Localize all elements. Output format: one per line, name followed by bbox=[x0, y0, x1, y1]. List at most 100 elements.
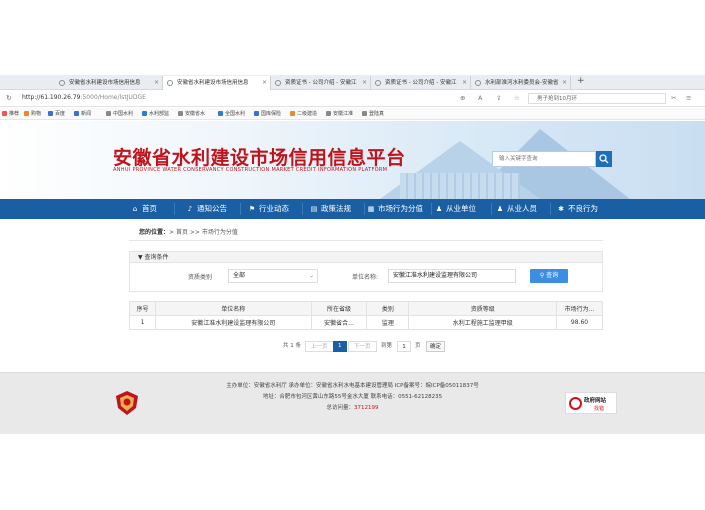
zoom-icon[interactable]: ⊕ bbox=[460, 94, 465, 102]
query-panel-header: ▼ 查询条件 bbox=[130, 252, 602, 263]
bookmark-icon bbox=[326, 111, 331, 116]
close-icon[interactable]: × bbox=[562, 76, 567, 90]
visits-count: 3712199 bbox=[354, 405, 379, 411]
keyword-search-button[interactable] bbox=[596, 151, 612, 167]
nav-bad-behavior[interactable]: ✱ 不良行为 bbox=[557, 199, 598, 219]
nav-label: 首页 bbox=[142, 204, 157, 213]
browser-search-input[interactable]: 男子抢到10月环 bbox=[528, 93, 666, 104]
column-header[interactable]: 单位名称 bbox=[154, 301, 312, 316]
browser-tab[interactable]: 资质证书 - 公司介绍 - 安徽江 × bbox=[371, 76, 471, 90]
nav-notices[interactable]: ♪ 通知公告 bbox=[186, 199, 227, 219]
bookmark-item[interactable]: 安徽江准 bbox=[326, 110, 353, 117]
book-icon: ▤ bbox=[310, 205, 318, 213]
bookmark-item[interactable]: 登陆真 bbox=[362, 110, 384, 117]
pager-go-button[interactable]: 确定 bbox=[426, 341, 446, 352]
nav-label: 不良行为 bbox=[568, 204, 598, 213]
translate-icon[interactable]: A bbox=[478, 94, 482, 102]
qualification-type-select[interactable]: 全部 ⌄ bbox=[228, 269, 318, 283]
close-icon[interactable]: × bbox=[154, 76, 159, 90]
nav-label: 政策法规 bbox=[321, 204, 351, 213]
bookmark-label: 安徽江准 bbox=[333, 111, 354, 117]
address-bar: ↻ http://61.190.26.79:5000/Home/lstJUDGE… bbox=[0, 91, 705, 107]
nav-policies[interactable]: ▤ 政策法规 bbox=[310, 199, 351, 219]
browser-tab-active[interactable]: 安徽省水利建设市场信用信息 × bbox=[163, 76, 271, 90]
url-path: :5000/Home/lstJUDGE bbox=[80, 94, 146, 101]
column-header[interactable]: 市场行为... bbox=[556, 301, 603, 316]
nav-home[interactable]: ⌂ 首页 bbox=[131, 199, 157, 219]
pager-current-page[interactable]: 1 bbox=[333, 341, 347, 352]
url-field[interactable]: http://61.190.26.79:5000/Home/lstJUDGE bbox=[22, 94, 146, 101]
gov-badge-sub: 找错 bbox=[594, 406, 605, 412]
table-cell: 监理 bbox=[366, 315, 410, 330]
column-header[interactable]: 所在省级 bbox=[310, 301, 368, 316]
favicon-icon bbox=[167, 80, 173, 86]
table-cell[interactable]: 安徽江准水利建设监理有限公司 bbox=[154, 315, 312, 330]
bookmark-item[interactable]: 全国水利 bbox=[218, 110, 245, 117]
browser-tab[interactable]: 水利部淮河水利委员会-安徽省 × bbox=[471, 76, 571, 90]
bookmark-item[interactable]: 安徽省水 bbox=[178, 110, 205, 117]
site-banner: 安徽省水利建设市场信用信息平台 ANHUI PROVINCE WATER CON… bbox=[0, 121, 705, 199]
browser-tab-bar: 安徽省水利建设市场信用信息 × 安徽省水利建设市场信用信息 × 资质证书 - 公… bbox=[0, 75, 705, 90]
table-row[interactable]: 1 安徽江准水利建设监理有限公司 安徽省合... 监理 水利工程施工监理甲级 9… bbox=[129, 315, 603, 330]
magnifier-icon bbox=[569, 397, 582, 410]
close-icon[interactable]: × bbox=[262, 76, 267, 90]
favorite-icon[interactable]: ☆ bbox=[514, 94, 520, 102]
query-button[interactable]: ⚲ 查询 bbox=[530, 269, 568, 283]
pager-next-button[interactable]: 下一页 bbox=[348, 341, 377, 352]
browser-tab[interactable]: 资质证书 - 公司介绍 - 安徽江 × bbox=[271, 76, 371, 90]
bookmarks-bar: 推荐 购物 百度 新闻 中国水利 水利部监 安徽省水 全国水利 国库保险 二级建… bbox=[0, 108, 705, 120]
tab-label: 安徽省水利建设市场信用信息 bbox=[177, 80, 249, 86]
nav-units[interactable]: ♟ 从业单位 bbox=[435, 199, 476, 219]
bookmark-item[interactable]: 中国水利 bbox=[106, 110, 133, 117]
main-nav: ⌂ 首页 ♪ 通知公告 ⚑ 行业动态 ▤ 政策法规 ▦ 市场行为分值 ♟ 从业单位 ♟ 从业人… bbox=[0, 199, 705, 219]
breadcrumb: 您的位置：> 首页 >> 市场行为分值 bbox=[139, 227, 238, 236]
nav-label: 行业动态 bbox=[259, 204, 289, 213]
breadcrumb-path[interactable]: > 首页 >> 市场行为分值 bbox=[169, 229, 238, 236]
select-value: 全部 bbox=[233, 272, 246, 279]
pager-prev-button[interactable]: 上一页 bbox=[305, 341, 334, 352]
bookmark-icon bbox=[24, 111, 29, 116]
bookmark-label: 百度 bbox=[55, 111, 66, 117]
bookmark-label: 登陆真 bbox=[369, 111, 385, 117]
column-header[interactable]: 类别 bbox=[366, 301, 410, 316]
site-title: 安徽省水利建设市场信用信息平台 bbox=[113, 147, 406, 169]
table-cell: 1 bbox=[129, 315, 156, 330]
nav-personnel[interactable]: ♟ 从业人员 bbox=[496, 199, 537, 219]
pager-page-input[interactable]: 1 bbox=[397, 341, 411, 352]
bookmark-item[interactable]: 百度 bbox=[48, 110, 65, 117]
bookmark-item[interactable]: 新闻 bbox=[74, 110, 91, 117]
ext-icon[interactable]: ✂ bbox=[671, 94, 676, 102]
reload-icon[interactable]: ↻ bbox=[6, 94, 12, 102]
query-button-label: 查询 bbox=[546, 272, 559, 279]
column-header[interactable]: 资质等级 bbox=[408, 301, 558, 316]
bookmark-item[interactable]: 购物 bbox=[24, 110, 41, 117]
bookmark-item[interactable]: 国库保险 bbox=[254, 110, 281, 117]
keyword-search-input[interactable] bbox=[492, 151, 596, 167]
bookmark-item[interactable]: 二级建造 bbox=[290, 110, 317, 117]
share-icon[interactable]: ⇪ bbox=[496, 94, 501, 102]
new-tab-button[interactable]: + bbox=[577, 76, 585, 86]
close-icon[interactable]: × bbox=[462, 76, 467, 90]
unit-name-input[interactable]: 安徽江准水利建设监理有限公司 bbox=[388, 269, 516, 283]
bookmark-icon bbox=[218, 111, 223, 116]
bookmark-icon bbox=[74, 111, 79, 116]
bookmark-icon bbox=[106, 111, 111, 116]
menu-icon[interactable]: ≡ bbox=[686, 94, 691, 102]
close-icon[interactable]: × bbox=[362, 76, 367, 90]
bookmark-item[interactable]: 推荐 bbox=[2, 110, 19, 117]
pager-jump-label: 到第 bbox=[381, 343, 393, 349]
gov-badge-title: 政府网站 bbox=[584, 398, 607, 404]
nav-industry-news[interactable]: ⚑ 行业动态 bbox=[248, 199, 289, 219]
browser-tab[interactable]: 安徽省水利建设市场信用信息 × bbox=[55, 76, 163, 90]
tab-label: 资质证书 - 公司介绍 - 安徽江 bbox=[385, 80, 457, 86]
gov-error-report-badge[interactable]: 政府网站 找错 bbox=[565, 392, 617, 414]
nav-market-score[interactable]: ▦ 市场行为分值 bbox=[367, 199, 423, 219]
column-header[interactable]: 序号 bbox=[129, 301, 156, 316]
bookmark-item[interactable]: 水利部监 bbox=[142, 110, 169, 117]
bookmark-icon bbox=[178, 111, 183, 116]
banner-decoration bbox=[400, 173, 520, 199]
bookmark-label: 新闻 bbox=[81, 111, 92, 117]
pager-page-unit: 页 bbox=[415, 343, 421, 349]
query-panel: ▼ 查询条件 资质类别 全部 ⌄ 单位名称: 安徽江准水利建设监理有限公司 ⚲ 查… bbox=[129, 251, 603, 292]
tab-label: 资质证书 - 公司介绍 - 安徽江 bbox=[285, 80, 357, 86]
